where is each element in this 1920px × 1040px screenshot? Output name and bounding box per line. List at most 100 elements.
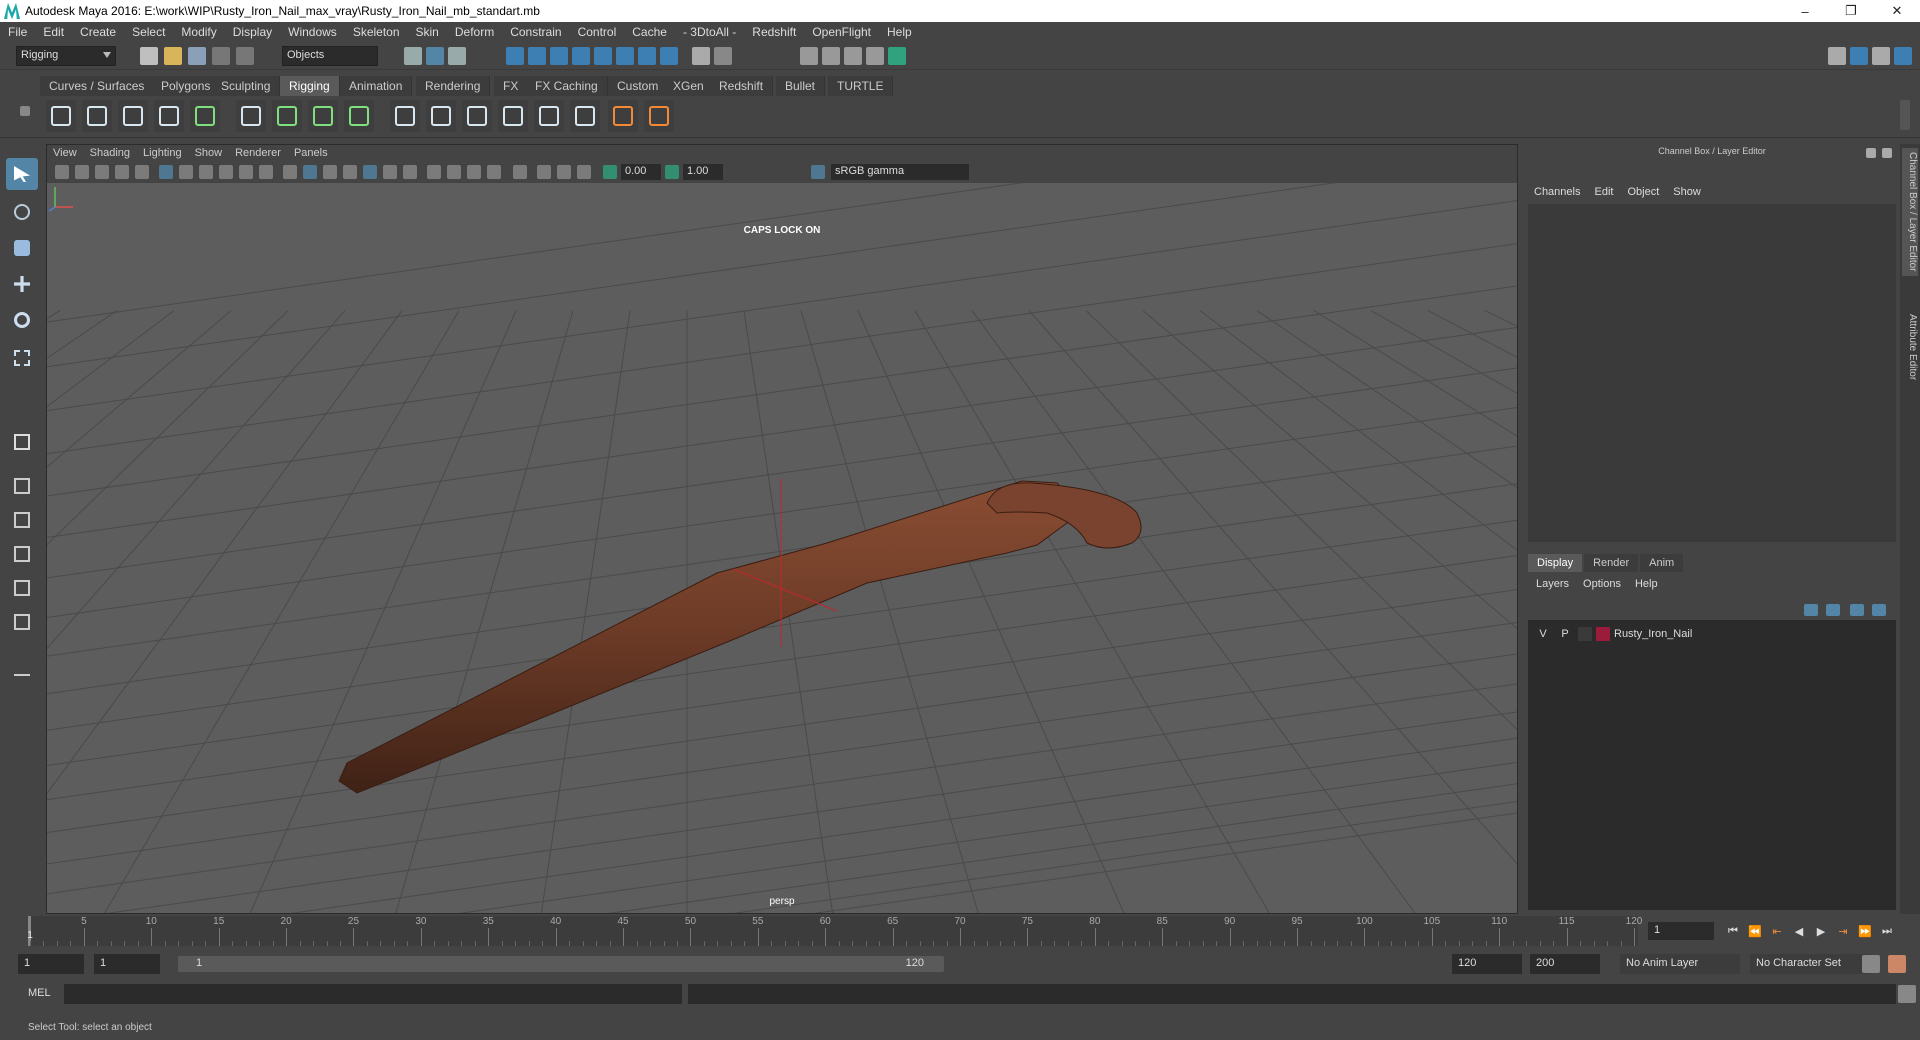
- bookmarks-icon[interactable]: [75, 165, 89, 179]
- undo-icon[interactable]: [212, 47, 230, 65]
- open-scene-icon[interactable]: [164, 47, 182, 65]
- redo-icon[interactable]: [236, 47, 254, 65]
- gamma-field[interactable]: 1.00: [683, 164, 723, 180]
- new-empty-layer-icon[interactable]: [1850, 604, 1864, 616]
- menu-constrain[interactable]: Constrain: [502, 25, 569, 39]
- insert-joint-icon[interactable]: [82, 100, 112, 132]
- hypershade-icon[interactable]: [888, 47, 906, 65]
- camera-attributes-icon[interactable]: [55, 165, 69, 179]
- side-tab-attribute-editor[interactable]: Attribute Editor: [1902, 310, 1918, 384]
- quick-rig-icon[interactable]: [236, 100, 266, 132]
- shelf-menu-icon[interactable]: [20, 106, 30, 116]
- more-layouts-icon[interactable]: [6, 652, 38, 684]
- wrap-icon[interactable]: [498, 100, 528, 132]
- ipr-render-icon[interactable]: [844, 47, 862, 65]
- play-backwards-icon[interactable]: ◀: [1788, 922, 1810, 940]
- snap-together-icon[interactable]: [638, 47, 656, 65]
- shelf-tab-bullet[interactable]: Bullet: [776, 76, 826, 96]
- anim-layer-dropdown[interactable]: No Anim Layer: [1620, 954, 1740, 974]
- shelf-tab-xgen[interactable]: XGen: [664, 76, 714, 96]
- close-button[interactable]: ✕: [1874, 0, 1920, 22]
- menu-control[interactable]: Control: [570, 25, 625, 39]
- layer-tab-display[interactable]: Display: [1528, 554, 1583, 572]
- smooth-shade-icon[interactable]: [303, 165, 317, 179]
- step-forward-frame-icon[interactable]: ⏩: [1854, 922, 1876, 940]
- layer-type-toggle[interactable]: [1578, 627, 1592, 641]
- snap-point-icon[interactable]: [550, 47, 568, 65]
- locator-icon[interactable]: [390, 100, 420, 132]
- wireframe-icon[interactable]: [283, 165, 297, 179]
- render-view-icon[interactable]: [800, 47, 818, 65]
- animation-preferences-icon[interactable]: [1888, 955, 1906, 973]
- layer-playback-toggle[interactable]: P: [1556, 628, 1574, 640]
- shelf-tab-rendering[interactable]: Rendering: [416, 76, 491, 96]
- layer-tab-render[interactable]: Render: [1584, 554, 1639, 572]
- channel-menu-edit[interactable]: Edit: [1594, 186, 1613, 198]
- new-scene-icon[interactable]: [140, 47, 158, 65]
- create-joints-icon[interactable]: [46, 100, 76, 132]
- maximize-button[interactable]: ❐: [1828, 0, 1874, 22]
- attribute-editor-toggle-icon[interactable]: [1850, 47, 1868, 65]
- motion-blur-icon[interactable]: [447, 165, 461, 179]
- grease-pencil-icon[interactable]: [135, 165, 149, 179]
- four-view-layout-icon[interactable]: [6, 470, 38, 502]
- view-transform-dropdown[interactable]: sRGB gamma: [831, 164, 969, 180]
- step-back-frame-icon[interactable]: ⏪: [1744, 922, 1766, 940]
- xray-active-icon[interactable]: [557, 165, 571, 179]
- shelf-tab-fx-caching[interactable]: FX Caching: [526, 76, 608, 96]
- viewport-menu-lighting[interactable]: Lighting: [143, 147, 191, 159]
- point-constraint-icon[interactable]: [644, 100, 674, 132]
- field-chart-icon[interactable]: [239, 165, 253, 179]
- selection-mode-dropdown[interactable]: Objects: [282, 46, 378, 66]
- layer-menu-options[interactable]: Options: [1583, 578, 1621, 590]
- shelf-tab-turtle[interactable]: TURTLE: [828, 76, 894, 96]
- menu-display[interactable]: Display: [225, 25, 280, 39]
- shelf-tab-fx[interactable]: FX: [494, 76, 529, 96]
- render-settings-icon[interactable]: [866, 47, 884, 65]
- sculpt-deformer-icon[interactable]: [534, 100, 564, 132]
- script-language-toggle[interactable]: MEL: [28, 987, 51, 999]
- single-perspective-layout-icon[interactable]: [6, 426, 38, 458]
- select-by-hierarchy-icon[interactable]: [404, 47, 422, 65]
- time-slider-track[interactable]: 1 5 10 15 20 25 30 35 40 45 50 55 60 65 70 75 80 85 90 95 1…: [27, 916, 1642, 946]
- depth-of-field-icon[interactable]: [487, 165, 501, 179]
- channel-menu-channels[interactable]: Channels: [1534, 186, 1580, 198]
- menu-3dtoall[interactable]: - 3DtoAll -: [675, 25, 744, 39]
- persp-graph-layout-icon[interactable]: [6, 538, 38, 570]
- ik-spline-handle-icon[interactable]: [154, 100, 184, 132]
- go-to-start-icon[interactable]: ⏮: [1722, 922, 1744, 940]
- xray-joints-icon[interactable]: [577, 165, 591, 179]
- shelf-tab-rigging[interactable]: Rigging: [280, 76, 340, 96]
- menu-deform[interactable]: Deform: [447, 25, 502, 39]
- play-forwards-icon[interactable]: ▶: [1810, 922, 1832, 940]
- parent-constraint-icon[interactable]: [608, 100, 638, 132]
- lasso-tool-icon[interactable]: [6, 196, 38, 228]
- snap-view-plane-icon[interactable]: [572, 47, 590, 65]
- range-bar[interactable]: 1 120: [178, 956, 944, 972]
- layer-visibility-toggle[interactable]: V: [1534, 628, 1552, 640]
- move-tool-icon[interactable]: [6, 268, 38, 300]
- exposure-icon[interactable]: [603, 165, 617, 179]
- menu-windows[interactable]: Windows: [280, 25, 345, 39]
- shelf-tab-animation[interactable]: Animation: [340, 76, 413, 96]
- wireframe-on-shaded-icon[interactable]: [343, 165, 357, 179]
- ambient-occlusion-icon[interactable]: [427, 165, 441, 179]
- humanik-icon[interactable]: [190, 100, 220, 132]
- menu-openflight[interactable]: OpenFlight: [804, 25, 879, 39]
- script-editor-icon[interactable]: [1898, 985, 1916, 1003]
- menu-help[interactable]: Help: [879, 25, 920, 39]
- shelf-tab-curves-surfaces[interactable]: Curves / Surfaces: [40, 76, 155, 96]
- lock-icon[interactable]: [692, 47, 710, 65]
- layer-tab-anim[interactable]: Anim: [1640, 554, 1684, 572]
- use-all-lights-icon[interactable]: [383, 165, 397, 179]
- xray-icon[interactable]: [537, 165, 551, 179]
- hypershade-layout-icon[interactable]: [6, 572, 38, 604]
- anti-aliasing-icon[interactable]: [467, 165, 481, 179]
- select-by-component-icon[interactable]: [448, 47, 466, 65]
- render-frame-icon[interactable]: [822, 47, 840, 65]
- auto-key-icon[interactable]: [1862, 955, 1880, 973]
- menu-create[interactable]: Create: [72, 25, 124, 39]
- isolate-select-icon[interactable]: [513, 165, 527, 179]
- shelf-tab-custom[interactable]: Custom: [608, 76, 669, 96]
- default-material-icon[interactable]: [323, 165, 337, 179]
